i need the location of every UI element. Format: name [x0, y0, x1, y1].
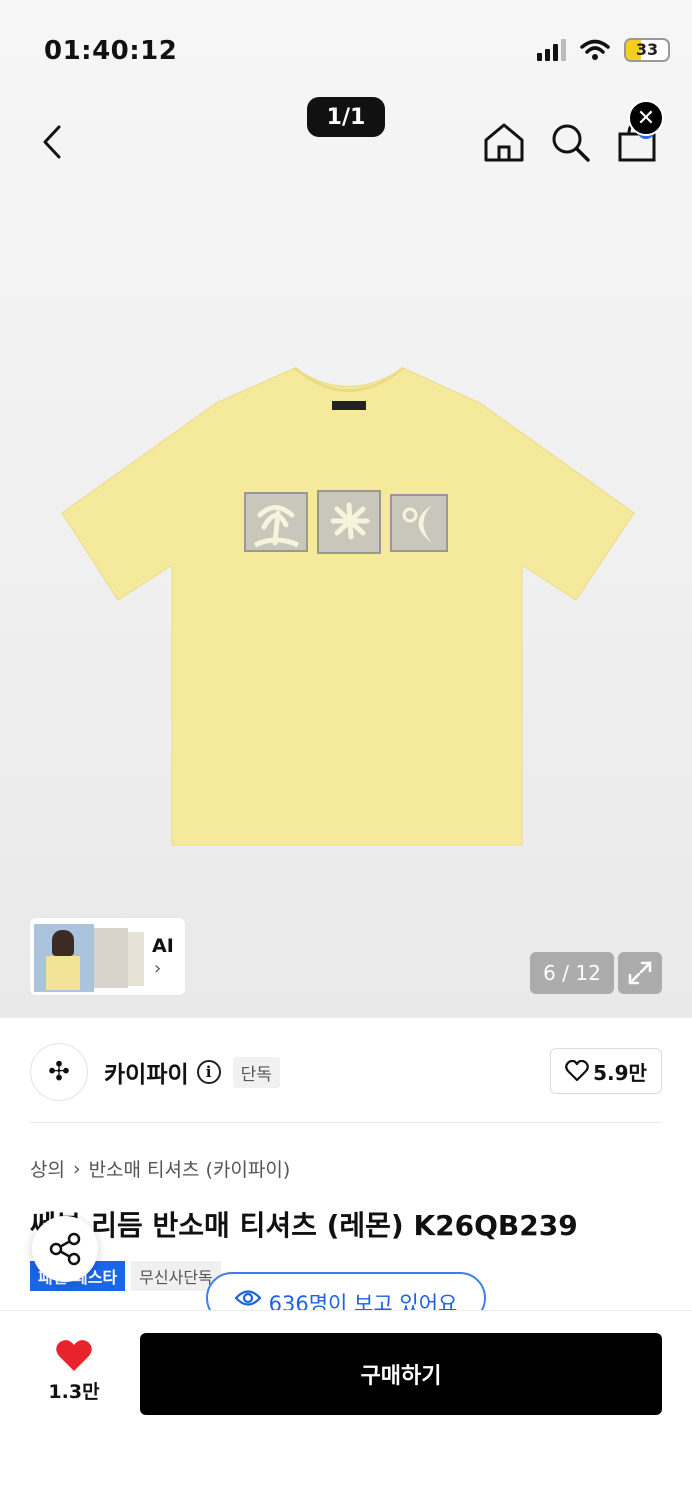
brand-like-button[interactable]: 5.9만	[550, 1048, 662, 1094]
chevron-right-icon: ›	[154, 958, 162, 979]
breadcrumb-item-subcategory[interactable]: 반소매 티셔츠 (카이파이)	[89, 1155, 291, 1182]
brand-logo[interactable]: ✣	[30, 1043, 88, 1101]
ai-model-thumbnails	[34, 922, 146, 992]
battery-icon: 33	[624, 38, 670, 62]
wishlist-button[interactable]: 1.3만	[36, 1339, 112, 1404]
close-icon: ✕	[636, 105, 656, 131]
bottom-action-bar: 1.3만 구매하기	[0, 1310, 692, 1500]
eye-icon	[234, 1290, 261, 1306]
info-icon[interactable]: i	[196, 1060, 221, 1084]
page-indicator: 1/1	[307, 97, 385, 137]
product-image-gallery[interactable]: 01:40:12 33 1/1 ✕ AI › 6 / 12	[0, 0, 692, 1018]
breadcrumb: 상의 › 반소매 티셔츠 (카이파이)	[30, 1155, 290, 1182]
brand-logo-icon: ✣	[48, 1057, 70, 1087]
image-counter: 6 / 12	[530, 952, 614, 994]
back-icon	[43, 125, 61, 159]
share-icon	[49, 1232, 81, 1266]
wishlist-count: 1.3만	[48, 1381, 100, 1403]
search-icon	[552, 124, 590, 162]
print-graphic	[244, 490, 448, 554]
buy-button[interactable]: 구매하기	[140, 1333, 662, 1415]
close-button[interactable]: ✕	[628, 100, 664, 136]
expand-icon	[628, 961, 652, 985]
product-photo	[61, 366, 635, 846]
share-button[interactable]	[32, 1216, 98, 1282]
home-button[interactable]	[482, 120, 526, 164]
exclusive-tag: 단독	[232, 1056, 280, 1088]
search-button[interactable]	[548, 120, 592, 164]
wifi-icon	[580, 39, 610, 60]
status-icons: 33	[537, 38, 670, 62]
ai-label: AI	[152, 935, 174, 957]
brand-row: ✣ 카이파이 i 단독 5.9만	[30, 1042, 662, 1102]
heart-outline-icon	[565, 1060, 589, 1082]
neck-label	[332, 401, 366, 410]
brand-like-count: 5.9만	[593, 1060, 647, 1085]
brand-name[interactable]: 카이파이	[104, 1055, 189, 1089]
home-icon	[484, 123, 524, 162]
heart-filled-icon	[56, 1340, 92, 1371]
breadcrumb-separator: ›	[72, 1157, 81, 1180]
ai-fitting-card[interactable]: AI ›	[30, 918, 185, 995]
product-title: 쎄븐 리듬 반소매 티셔츠 (레몬) K26QB239	[30, 1209, 578, 1242]
back-button[interactable]	[36, 122, 68, 162]
breadcrumb-item-category[interactable]: 상의	[30, 1155, 65, 1182]
status-time: 01:40:12	[44, 36, 178, 66]
battery-level: 33	[635, 40, 659, 59]
divider	[30, 1122, 662, 1123]
expand-button[interactable]	[618, 952, 662, 994]
cellular-signal-icon	[537, 39, 566, 61]
